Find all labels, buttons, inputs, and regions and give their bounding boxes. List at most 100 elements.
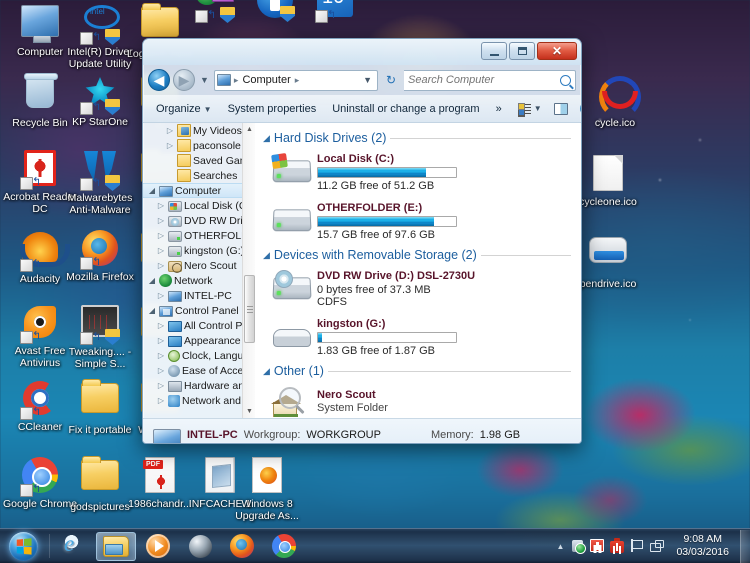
desktop-icon-label: cycle.ico (594, 117, 636, 129)
scroll-down-button[interactable]: ▼ (243, 405, 255, 418)
tree-expand-icon[interactable]: ▷ (165, 141, 175, 150)
shortcut-arrow-icon (20, 259, 33, 272)
address-dropdown-caret[interactable]: ▼ (363, 75, 375, 85)
maximize-button[interactable] (509, 42, 535, 60)
minimize-button[interactable] (481, 42, 507, 60)
tree-item-computer[interactable]: ◢ Computer (143, 183, 255, 198)
forward-button[interactable]: ▶ (173, 69, 195, 91)
search-input[interactable] (408, 74, 571, 86)
tree-item-network[interactable]: ◢ Network (143, 273, 255, 288)
other-item-subtitle: System Folder (317, 402, 388, 414)
help-button[interactable]: ? (575, 99, 581, 118)
group-header[interactable]: ◢ Other (1) (263, 364, 581, 378)
tree-item-dvd-drive[interactable]: ▷ DVD RW Drive ( (143, 213, 255, 228)
tree-collapse-icon[interactable]: ◢ (147, 306, 157, 315)
other-item[interactable]: Nero Scout System Folder (263, 383, 581, 418)
show-hidden-icons-button[interactable]: ▲ (557, 542, 565, 551)
scroll-up-button[interactable]: ▲ (243, 123, 255, 136)
windows8-upgrade-assistant-icon[interactable]: Windows 8 Upgrade As... (229, 455, 305, 522)
windows-explorer-window[interactable]: ✕ ◀ ▶ ▼ ▸ Computer ▸ ▼ ↻ Organize▼ Syste… (142, 38, 582, 444)
refresh-button[interactable]: ↻ (381, 70, 401, 91)
navigation-pane[interactable]: ▷ My Videos ▷ paconsole Saved Games Searches ◢… (143, 123, 255, 418)
tree-expand-icon[interactable]: ▷ (156, 216, 166, 225)
group-collapse-icon[interactable]: ◢ (263, 133, 270, 144)
uninstall-change-program-button[interactable]: Uninstall or change a program (325, 100, 486, 118)
taskbar-orb-app[interactable] (180, 532, 220, 561)
tree-item-control-panel[interactable]: ◢ Control Panel (143, 303, 255, 318)
taskbar-internet-explorer[interactable] (54, 531, 94, 561)
system-properties-button[interactable]: System properties (221, 100, 324, 118)
group-header[interactable]: ◢ Hard Disk Drives (2) (263, 131, 581, 145)
group-header[interactable]: ◢ Devices with Removable Storage (2) (263, 248, 581, 262)
drive-item[interactable]: Local Disk (C:) 11.2 GB free of 51.2 GB (263, 150, 581, 192)
back-button[interactable]: ◀ (148, 69, 170, 91)
tree-expand-icon[interactable]: ▷ (156, 351, 166, 360)
tree-expand-icon[interactable]: ▷ (156, 321, 166, 330)
tree-item-network-internet[interactable]: ▷ Network and In (143, 393, 255, 408)
content-pane[interactable]: ◢ Hard Disk Drives (2) Local Disk (C:) 11.2… (255, 123, 581, 418)
tree-expand-icon[interactable]: ▷ (156, 381, 166, 390)
computer-icon-shape (21, 5, 59, 43)
address-bar[interactable]: ▸ Computer ▸ ▼ (213, 69, 378, 91)
folder-tree[interactable]: ▷ My Videos ▷ paconsole Saved Games Searches ◢… (143, 123, 255, 408)
taskbar-mozilla-firefox[interactable] (222, 532, 262, 561)
tree-expand-icon[interactable]: ▷ (156, 231, 166, 240)
search-box[interactable] (404, 69, 576, 91)
tree-item-nero-scout[interactable]: ▷ Nero Scout (143, 258, 255, 273)
taskbar-google-chrome[interactable] (264, 532, 304, 561)
group-collapse-icon[interactable]: ◢ (263, 366, 270, 377)
tree-item-folder[interactable]: ▷ paconsole (143, 138, 255, 153)
taskbar[interactable]: ▲ 9:08 AM 03/03/2016 (0, 528, 750, 563)
drive-item[interactable]: OTHERFOLDER (E:) 15.7 GB free of 97.6 GB (263, 199, 581, 241)
volume-icon[interactable] (570, 539, 587, 554)
tree-collapse-icon[interactable]: ◢ (147, 276, 157, 285)
breadcrumb-computer[interactable]: Computer (241, 74, 291, 86)
tree-item-clock-language[interactable]: ▷ Clock, Languag (143, 348, 255, 363)
tree-item-folder[interactable]: Searches (143, 168, 255, 183)
tree-item-hard-disk-c[interactable]: ▷ Local Disk (C:) (143, 198, 255, 213)
tree-expand-icon[interactable]: ▷ (156, 366, 166, 375)
first-aid-kit-icon[interactable] (610, 537, 625, 554)
toolbar-overflow-button[interactable]: » (489, 100, 509, 118)
tree-item-appearance[interactable]: ▷ Appearance an (143, 333, 255, 348)
clock[interactable]: 9:08 AM 03/03/2016 (671, 533, 734, 559)
tree-expand-icon[interactable]: ▷ (156, 291, 166, 300)
tree-expand-icon[interactable]: ▷ (156, 336, 166, 345)
start-button[interactable] (0, 530, 46, 563)
uac-shield-icon (105, 175, 120, 191)
network-icon[interactable] (650, 539, 665, 554)
tree-item-folder-video[interactable]: ▷ My Videos (143, 123, 255, 138)
tree-item-hardware-sound[interactable]: ▷ Hardware and S (143, 378, 255, 393)
cycle-ico-file-icon[interactable]: cycle.ico (577, 73, 653, 130)
tree-expand-icon[interactable]: ▷ (156, 396, 166, 405)
organize-button[interactable]: Organize ▼ (149, 100, 219, 118)
scrollbar-thumb[interactable] (244, 275, 255, 343)
show-desktop-button[interactable] (740, 529, 750, 563)
tree-expand-icon[interactable]: ▷ (156, 246, 166, 255)
tree-item-ease-of-access[interactable]: ▷ Ease of Access (143, 363, 255, 378)
tree-collapse-icon[interactable]: ◢ (147, 186, 157, 195)
navigation-pane-scrollbar[interactable]: ▲ ▼ (242, 123, 255, 418)
close-button[interactable]: ✕ (537, 42, 577, 60)
preview-pane-button[interactable] (549, 101, 573, 117)
group-collapse-icon[interactable]: ◢ (263, 250, 270, 261)
taskbar-windows-media-player[interactable] (138, 532, 178, 561)
windows-10-upgrade-icon[interactable] (297, 0, 373, 25)
drive-item[interactable]: kingston (G:) 1.83 GB free of 1.87 GB (263, 315, 581, 357)
change-view-button[interactable]: ▼ (513, 101, 547, 117)
recent-pages-dropdown[interactable]: ▼ (198, 75, 211, 85)
action-center-flag-icon[interactable] (630, 538, 645, 554)
drive-item[interactable]: DVD RW Drive (D:) DSL-2730U 0 bytes free … (263, 267, 581, 308)
tree-item-hard-disk-e[interactable]: ▷OTHERFOLDER (143, 228, 255, 243)
taskbar-windows-explorer[interactable] (96, 531, 136, 561)
window-titlebar[interactable]: ✕ (143, 39, 581, 65)
tree-item-network-computer[interactable]: ▷ INTEL-PC (143, 288, 255, 303)
tree-expand-icon[interactable]: ▷ (156, 261, 166, 270)
system-tray[interactable]: ▲ 9:08 AM 03/03/2016 (557, 530, 738, 563)
tree-item-usb-drive[interactable]: ▷ kingston (G:) (143, 243, 255, 258)
antivirus-icon[interactable] (590, 538, 605, 554)
tree-expand-icon[interactable]: ▷ (165, 126, 175, 135)
tree-item-all-control-panel[interactable]: ▷ All Control Pan (143, 318, 255, 333)
tree-item-folder[interactable]: Saved Games (143, 153, 255, 168)
tree-expand-icon[interactable]: ▷ (156, 201, 166, 210)
